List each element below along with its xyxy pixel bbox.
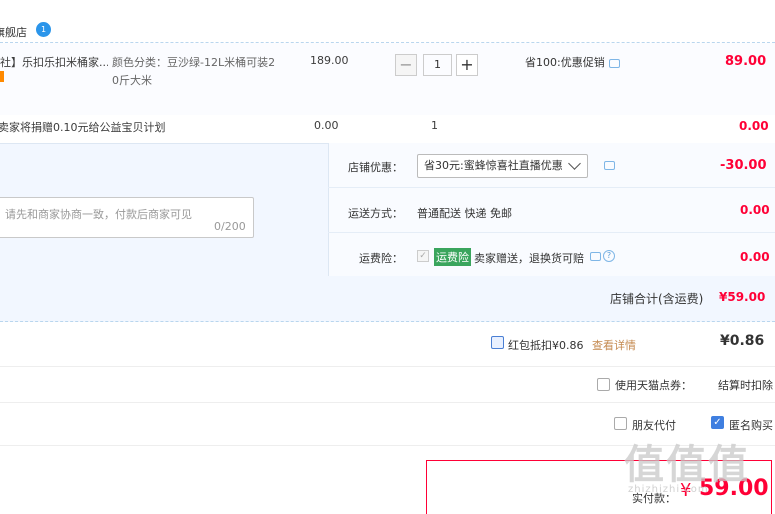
tmall-points-value: 结算时扣除 xyxy=(718,379,773,392)
shipping-insurance-label: 运费险： xyxy=(359,252,403,265)
shop-coupon-amount: -30.00 xyxy=(720,158,767,173)
seller-memo-placeholder: 请先和商家协商一致，付款后商家可见 xyxy=(5,208,192,221)
divider xyxy=(328,232,775,233)
shipping-insurance-amount: 0.00 xyxy=(740,250,770,264)
shipping-label: 运送方式： xyxy=(348,207,403,220)
charity-quantity: 1 xyxy=(431,119,438,132)
seller-memo-count: 0/200 xyxy=(214,220,246,233)
anonymous-label: 匿名购买 xyxy=(729,419,773,432)
quantity-decrease-button[interactable]: − xyxy=(395,54,417,76)
shop-badge-icon[interactable]: 1 xyxy=(36,22,51,37)
red-packet-value: ¥0.86 xyxy=(720,333,765,349)
shipping-insurance-checkbox[interactable]: ✓ xyxy=(417,250,429,262)
item-sku-line2: 0斤大米 xyxy=(112,74,152,87)
friend-pay-label: 朋友代付 xyxy=(632,419,676,432)
tmall-points-checkbox[interactable] xyxy=(597,378,610,391)
shipping-insurance-text: 卖家赠送，退换货可赔 xyxy=(474,252,584,265)
divider xyxy=(0,402,775,403)
item-subtotal: 89.00 xyxy=(725,54,767,69)
watermark-logo: 值值值 xyxy=(624,442,750,488)
charity-price: 0.00 xyxy=(314,119,339,132)
chat-icon[interactable] xyxy=(604,161,615,170)
quantity-increase-button[interactable]: + xyxy=(456,54,478,76)
shop-coupon-label: 店铺优惠： xyxy=(348,161,403,174)
item-title-link[interactable]: 社】乐扣乐扣米桶家... xyxy=(0,54,108,70)
chat-icon[interactable] xyxy=(609,59,620,68)
shop-total-label: 店铺合计(含运费) xyxy=(610,292,704,306)
item-unit-price: 189.00 xyxy=(310,54,349,67)
chat-icon[interactable] xyxy=(590,252,601,261)
anonymous-checkbox[interactable]: ✓ xyxy=(711,416,724,429)
shipping-method: 普通配送 快递 免邮 xyxy=(417,207,512,220)
shop-header xyxy=(0,0,775,42)
item-tag-icon xyxy=(0,71,4,82)
divider xyxy=(328,187,775,188)
tmall-points-label: 使用天猫点券： xyxy=(615,379,692,392)
shop-name-link[interactable]: 旗舰店 xyxy=(0,24,27,40)
shipping-insurance-badge: 运费险 xyxy=(434,248,471,266)
red-packet-label: 红包抵扣¥0.86 xyxy=(508,339,584,352)
watermark-url: zhizhizhi.com xyxy=(628,484,709,495)
red-packet-checkbox[interactable] xyxy=(491,336,504,349)
shop-total-value: ¥59.00 xyxy=(719,290,766,304)
item-sku-line1: 颜色分类：豆沙绿-12L米桶可装2 xyxy=(112,56,276,69)
charity-total: 0.00 xyxy=(739,119,769,133)
item-promo-text: 省100:优惠促销 xyxy=(525,56,605,69)
shop-coupon-select[interactable]: 省30元:蜜蜂惊喜社直播优惠 xyxy=(417,154,588,178)
shipping-amount: 0.00 xyxy=(740,203,770,217)
help-icon[interactable]: ? xyxy=(603,250,615,262)
quantity-input[interactable]: 1 xyxy=(423,54,452,76)
divider xyxy=(0,366,775,367)
red-packet-detail-link[interactable]: 查看详情 xyxy=(592,337,636,353)
friend-pay-checkbox[interactable] xyxy=(614,417,627,430)
charity-text: 卖家将捐赠0.10元给公益宝贝计划 xyxy=(0,121,166,134)
